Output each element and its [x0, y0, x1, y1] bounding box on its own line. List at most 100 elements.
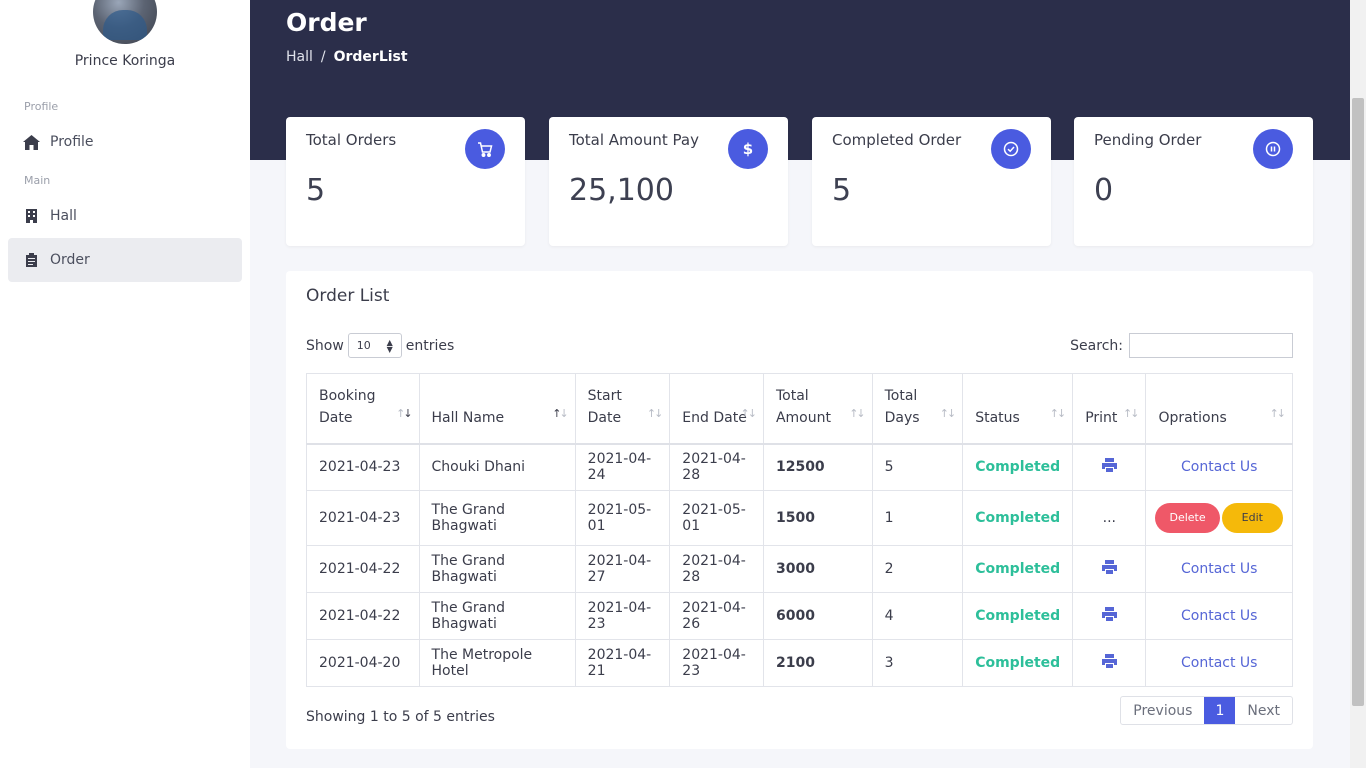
cell-print: [1072, 443, 1147, 491]
table-row: 2021-04-22 The Grand Bhagwati 2021-04-23…: [306, 592, 1293, 640]
cell-end-date: 2021-04-23: [669, 639, 764, 687]
stat-value: 5: [832, 173, 852, 208]
cell-hall-name: Chouki Dhani: [418, 443, 576, 491]
cell-total-days: 4: [871, 592, 964, 640]
cell-total-days: 2: [871, 545, 964, 593]
order-list-title: Order List: [306, 286, 390, 306]
cell-total-days: 3: [871, 639, 964, 687]
col-header-start-date[interactable]: Start Date ↑↓: [574, 373, 671, 445]
pagination-next[interactable]: Next: [1235, 697, 1292, 724]
table-header-row: Booking Date ↑↓ Hall Name ↑↓ Start Date ↑↓ …: [306, 373, 1293, 445]
sort-icon: ↑↓: [1269, 406, 1287, 420]
col-header-total-days[interactable]: Total Days ↑↓: [871, 373, 964, 445]
cell-total-days: 5: [871, 443, 964, 491]
sort-icon: ↑↓: [740, 406, 758, 420]
cell-end-date: 2021-05-01: [669, 490, 764, 546]
sort-icon: ↑↓: [1123, 406, 1140, 420]
entries-select-value: 10: [356, 339, 371, 352]
cart-icon: [465, 129, 505, 169]
contact-us-link[interactable]: Contact Us: [1145, 545, 1293, 593]
pagination-previous[interactable]: Previous: [1121, 697, 1204, 724]
sort-icon: ↑↓: [849, 406, 866, 420]
order-list-card: Order List Show 10 ▲ ▼ entries Search: Bo…: [286, 271, 1313, 749]
section-label-profile: Profile: [24, 100, 59, 113]
col-header-status[interactable]: Status ↑↓: [962, 373, 1074, 445]
page-title: Order: [286, 8, 367, 37]
pagination-page-1[interactable]: 1: [1204, 697, 1236, 724]
contact-us-link[interactable]: Contact Us: [1145, 639, 1293, 687]
table-row: 2021-04-22 The Grand Bhagwati 2021-04-27…: [306, 545, 1293, 593]
scrollbar-thumb[interactable]: [1352, 98, 1364, 706]
stat-card-total-amount: Total Amount Pay 25,100 $: [549, 117, 788, 246]
cell-print: [1072, 592, 1147, 640]
sidebar-item-order[interactable]: Order: [8, 238, 242, 282]
stat-card-pending-order: Pending Order 0: [1074, 117, 1313, 246]
col-header-booking-date[interactable]: Booking Date ↑↓: [306, 373, 420, 445]
select-caret-icon: ▲ ▼: [386, 338, 393, 354]
delete-button[interactable]: Delete: [1155, 503, 1220, 533]
sidebar-item-hall[interactable]: Hall: [8, 194, 242, 238]
contact-us-link[interactable]: Contact Us: [1145, 592, 1293, 640]
cell-hall-name: The Metropole Hotel: [418, 639, 576, 687]
cell-end-date: 2021-04-26: [669, 592, 764, 640]
show-label: Show: [306, 337, 344, 354]
check-circle-icon: [991, 129, 1031, 169]
sort-icon: ↑↓: [552, 406, 569, 420]
clipboard-icon: [22, 252, 40, 268]
cell-total-amount: 3000: [762, 545, 873, 593]
cell-booking-date: 2021-04-22: [306, 592, 420, 640]
print-icon[interactable]: [1101, 607, 1117, 625]
table-row: 2021-04-20 The Metropole Hotel 2021-04-2…: [306, 639, 1293, 687]
cell-hall-name: The Grand Bhagwati: [418, 592, 576, 640]
username: Prince Koringa: [74, 53, 176, 69]
cell-print: [1072, 545, 1147, 593]
dollar-icon: $: [728, 129, 768, 169]
sort-icon: ↑↓: [939, 406, 957, 420]
edit-button[interactable]: Edit: [1221, 503, 1283, 533]
print-icon[interactable]: [1101, 458, 1117, 476]
sidebar-item-profile[interactable]: Profile: [8, 120, 242, 164]
sidebar: Prince Koringa Profile Profile Main Hall…: [0, 0, 250, 768]
sort-desc-icon: ↑↓: [396, 406, 413, 420]
breadcrumb: Hall / OrderList: [286, 49, 408, 65]
section-label-main: Main: [24, 174, 51, 187]
entries-label: entries: [405, 337, 455, 354]
sidebar-item-label: Order: [50, 252, 90, 268]
sidebar-item-label: Profile: [50, 134, 94, 150]
col-header-hall-name[interactable]: Hall Name ↑↓: [418, 373, 576, 445]
contact-us-link[interactable]: Contact Us: [1145, 443, 1293, 491]
col-header-print[interactable]: Print ↑↓: [1072, 373, 1147, 445]
cell-booking-date: 2021-04-23: [306, 490, 420, 546]
col-header-total-amount[interactable]: Total Amount ↑↓: [762, 373, 873, 445]
pause-icon: [1253, 129, 1293, 169]
entries-select[interactable]: 10 ▲ ▼: [347, 333, 402, 358]
cell-status: Completed: [962, 639, 1074, 687]
cell-end-date: 2021-04-28: [669, 443, 764, 491]
stat-card-completed-order: Completed Order 5: [812, 117, 1051, 246]
col-header-operations[interactable]: Oprations ↑↓: [1145, 373, 1293, 445]
print-icon[interactable]: [1101, 560, 1117, 578]
cell-start-date: 2021-05-01: [574, 490, 671, 546]
cell-print: [1072, 639, 1147, 687]
cell-hall-name: The Grand Bhagwati: [418, 490, 576, 546]
table-row: 2021-04-23 Chouki Dhani 2021-04-24 2021-…: [306, 443, 1293, 491]
entries-length-control: Show 10 ▲ ▼ entries: [306, 333, 454, 358]
cell-total-amount: 2100: [762, 639, 873, 687]
search-input[interactable]: [1129, 333, 1293, 358]
cell-status: Completed: [962, 490, 1074, 546]
avatar[interactable]: [93, 0, 157, 44]
stat-value: 0: [1094, 173, 1114, 208]
breadcrumb-link-hall[interactable]: Hall: [286, 49, 313, 65]
cell-hall-name: The Grand Bhagwati: [418, 545, 576, 593]
cell-total-amount: 1500: [762, 490, 873, 546]
cell-booking-date: 2021-04-23: [306, 443, 420, 491]
stat-label: Completed Order: [832, 131, 962, 149]
col-header-end-date[interactable]: End Date ↑↓: [669, 373, 764, 445]
stat-value: 25,100: [569, 173, 674, 208]
cell-start-date: 2021-04-21: [574, 639, 671, 687]
cell-status: Completed: [962, 545, 1074, 593]
cell-status: Completed: [962, 443, 1074, 491]
stat-label: Pending Order: [1094, 131, 1202, 149]
cell-end-date: 2021-04-28: [669, 545, 764, 593]
print-icon[interactable]: [1101, 654, 1117, 672]
